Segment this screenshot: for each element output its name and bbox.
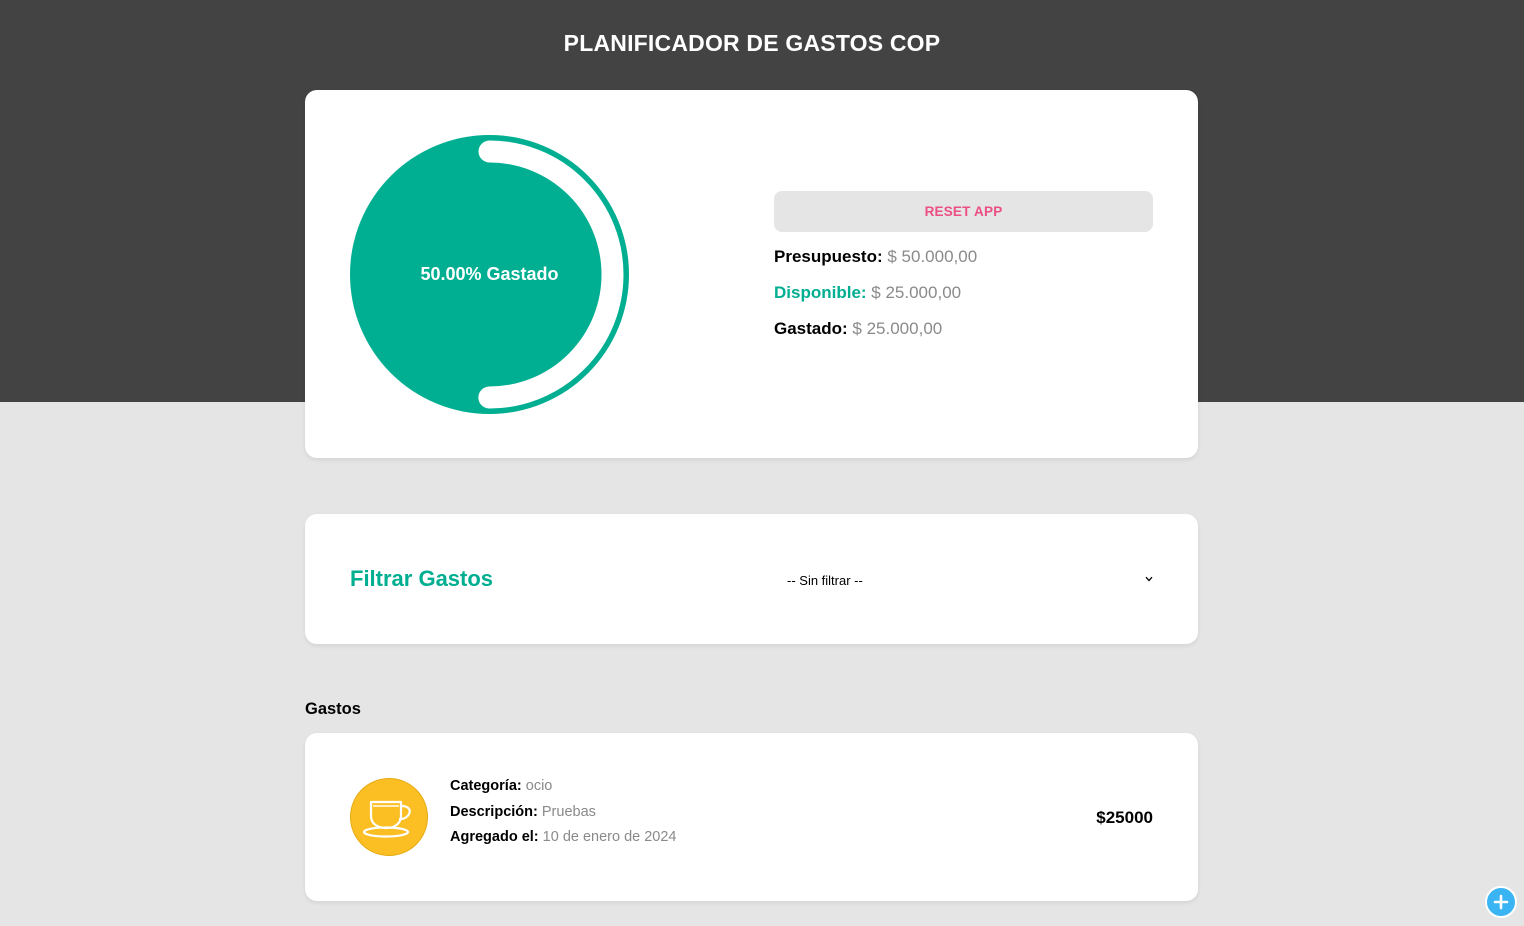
budget-card: 50.00% Gastado RESET APP Presupuesto: $ … (305, 90, 1198, 458)
disponible-label: Disponible: (774, 283, 867, 302)
chevron-down-icon (1145, 574, 1153, 584)
page-title: PLANIFICADOR DE GASTOS COP (563, 30, 941, 56)
presupuesto-label: Presupuesto: (774, 247, 883, 266)
budget-progress-circle: 50.00% Gastado (350, 135, 629, 414)
filter-selected-value: -- Sin filtrar -- (787, 572, 863, 588)
category-filter-select[interactable]: -- Sin filtrar -- (775, 569, 1161, 591)
gastado-label: Gastado: (774, 319, 848, 338)
expense-date-row: Agregado el: 10 de enero de 2024 (450, 829, 677, 845)
category-value: ocio (525, 778, 553, 794)
expense-amount: $25000 (1096, 808, 1153, 827)
disponible-value: $ 25.000,00 (871, 283, 962, 302)
progress-label: 50.00% Gastado (420, 264, 559, 284)
expense-item[interactable]: Categoría: ocio Descripción: Pruebas Agr… (305, 733, 1198, 901)
presupuesto-row: Presupuesto: $ 50.000,00 (774, 247, 977, 267)
add-expense-button[interactable] (1485, 886, 1517, 918)
category-label: Categoría: (450, 778, 522, 794)
date-value: 10 de enero de 2024 (542, 829, 677, 845)
gastado-row: Gastado: $ 25.000,00 (774, 319, 942, 339)
disponible-row: Disponible: $ 25.000,00 (774, 283, 961, 303)
expense-category-row: Categoría: ocio (450, 778, 552, 794)
gastado-value: $ 25.000,00 (852, 319, 943, 338)
description-value: Pruebas (541, 804, 596, 820)
filter-title: Filtrar Gastos (350, 566, 494, 591)
date-label: Agregado el: (450, 829, 539, 845)
coffee-cup-icon (350, 778, 428, 856)
description-label: Descripción: (450, 804, 538, 820)
plus-icon (1493, 894, 1509, 910)
presupuesto-value: $ 50.000,00 (887, 247, 978, 266)
expense-description-row: Descripción: Pruebas (450, 804, 596, 820)
filter-card: Filtrar Gastos -- Sin filtrar -- (305, 514, 1198, 644)
expenses-heading: Gastos (305, 700, 361, 718)
reset-app-button[interactable]: RESET APP (774, 191, 1153, 232)
